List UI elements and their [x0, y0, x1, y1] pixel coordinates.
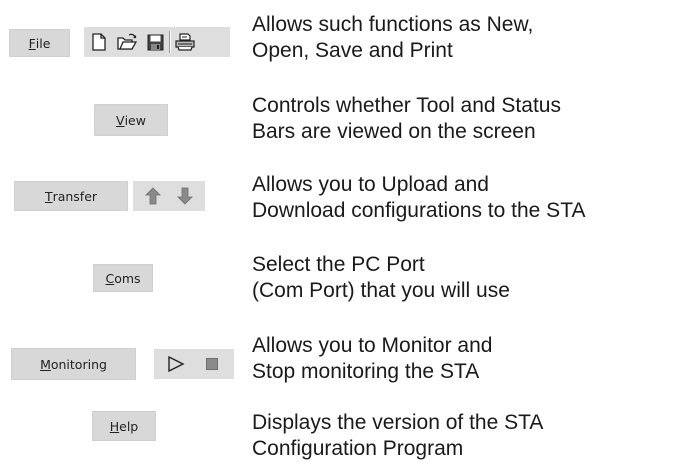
coms-menu-button[interactable]: Coms	[93, 264, 153, 292]
monitoring-menu-mnemonic: M	[40, 356, 51, 372]
file-toolbar	[84, 27, 230, 57]
stop-icon[interactable]	[201, 353, 223, 375]
help-description: Displays the version of the STA Configur…	[252, 411, 544, 460]
file-description: Allows such functions as New, Open, Save…	[252, 13, 534, 62]
coms-menu-label-rest: oms	[114, 270, 141, 286]
new-document-icon[interactable]	[88, 31, 110, 53]
view-menu-button[interactable]: View	[94, 104, 168, 136]
download-arrow-icon[interactable]	[174, 185, 196, 207]
file-menu-label-rest: ile	[35, 35, 51, 51]
toolbar-separator	[169, 31, 171, 53]
help-menu-button[interactable]: Help	[92, 411, 156, 441]
play-icon[interactable]	[165, 353, 187, 375]
upload-arrow-icon[interactable]	[142, 185, 164, 207]
transfer-menu-button[interactable]: Transfer	[14, 181, 128, 211]
monitoring-toolbar	[154, 349, 234, 379]
monitoring-description: Allows you to Monitor and Stop monitorin…	[252, 334, 493, 383]
help-menu-mnemonic: H	[109, 418, 120, 434]
save-disk-icon[interactable]	[144, 31, 166, 53]
monitoring-menu-button[interactable]: Monitoring	[11, 348, 136, 380]
file-menu-button[interactable]: File	[9, 29, 70, 57]
print-icon[interactable]	[174, 31, 196, 53]
coms-description: Select the PC Port (Com Port) that you w…	[252, 253, 510, 302]
view-menu-mnemonic: V	[116, 112, 125, 128]
coms-menu-mnemonic: C	[105, 270, 115, 286]
transfer-description: Allows you to Upload and Download config…	[252, 173, 586, 222]
transfer-menu-label-rest: ransfer	[52, 188, 98, 204]
help-menu-label-rest: elp	[119, 418, 139, 434]
monitoring-menu-label-rest: onitoring	[50, 356, 107, 372]
transfer-menu-mnemonic: T	[44, 188, 53, 204]
view-menu-label-rest: iew	[124, 112, 146, 128]
transfer-toolbar	[133, 181, 205, 211]
file-menu-mnemonic: F	[28, 35, 36, 51]
open-folder-icon[interactable]	[116, 31, 138, 53]
view-description: Controls whether Tool and Status Bars ar…	[252, 94, 561, 143]
